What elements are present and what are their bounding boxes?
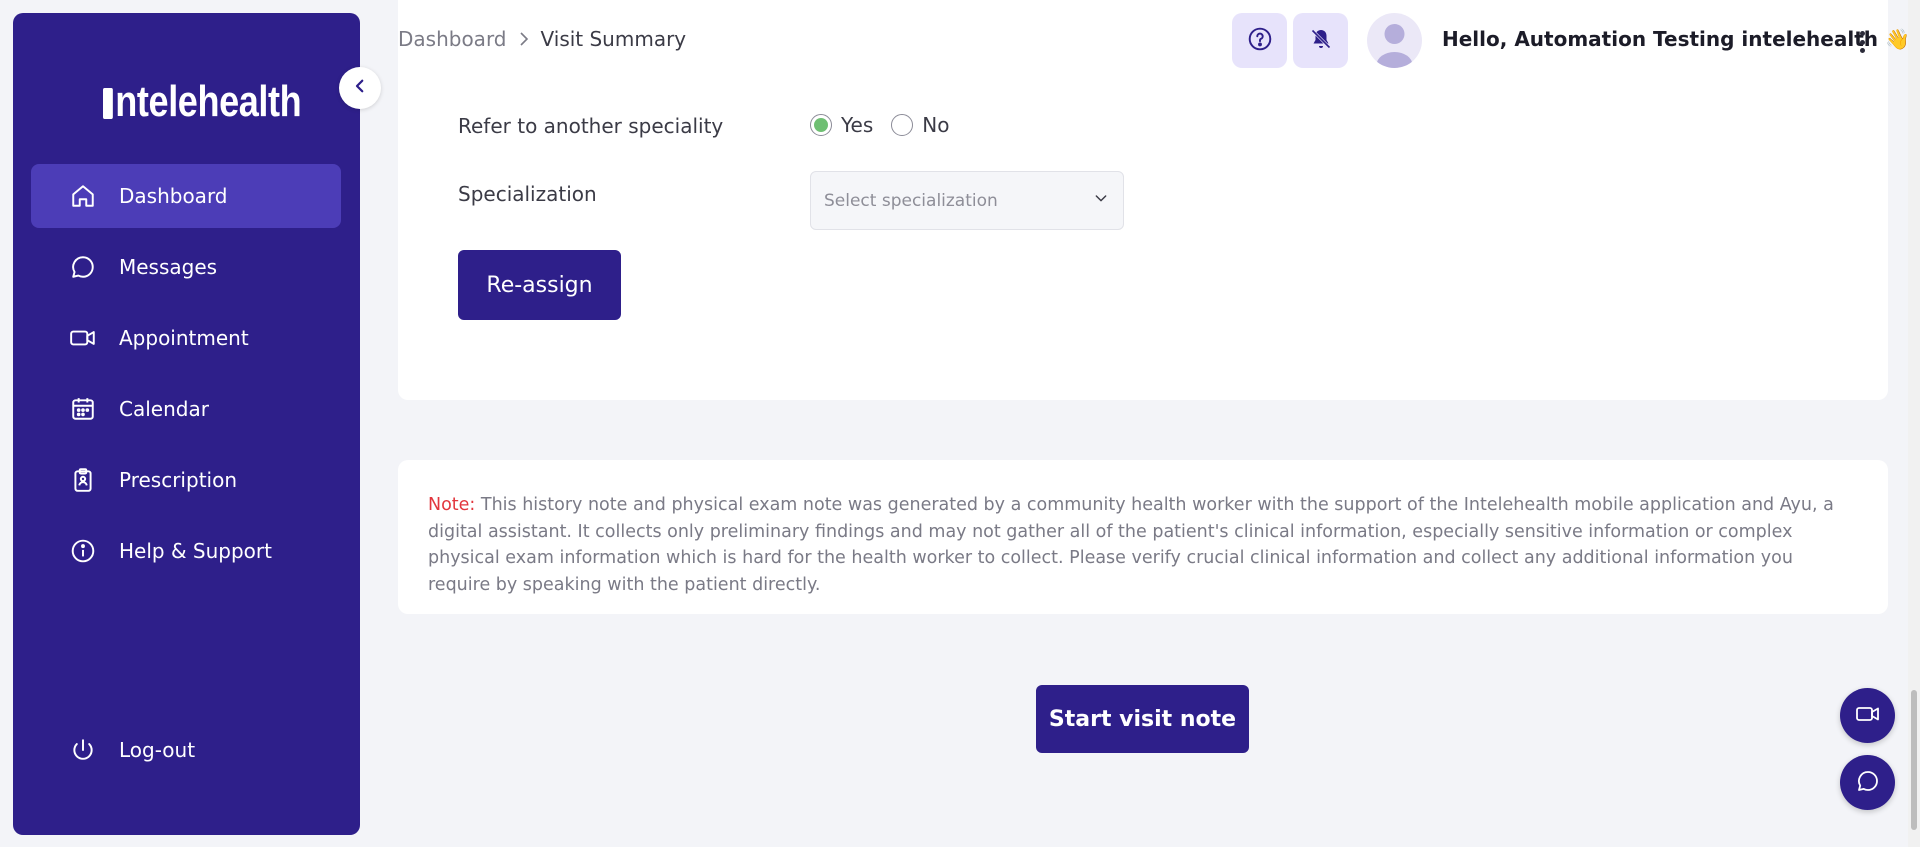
sidebar-item-help-support[interactable]: Help & Support xyxy=(31,519,341,583)
video-call-button[interactable] xyxy=(1840,688,1895,743)
video-icon xyxy=(1855,702,1881,730)
more-options-icon[interactable] xyxy=(1852,28,1872,56)
avatar[interactable] xyxy=(1367,13,1422,68)
sidebar: ntelehealth Dashboard Messages Appointme… xyxy=(13,13,360,835)
sidebar-item-label: Prescription xyxy=(119,468,237,492)
sidebar-item-label: Dashboard xyxy=(119,184,228,208)
sidebar-item-label: Appointment xyxy=(119,326,249,350)
info-icon xyxy=(68,536,98,566)
note-text: Note: This history note and physical exa… xyxy=(428,492,1858,598)
intelehealth-logo[interactable]: ntelehealth xyxy=(103,77,302,127)
video-icon xyxy=(68,323,98,353)
sidebar-item-dashboard[interactable]: Dashboard xyxy=(31,164,341,228)
scrollbar-thumb[interactable] xyxy=(1911,690,1917,830)
reassign-button[interactable]: Re-assign xyxy=(458,250,621,320)
logout-label: Log-out xyxy=(119,738,196,762)
sidebar-item-calendar[interactable]: Calendar xyxy=(31,377,341,441)
sidebar-item-label: Messages xyxy=(119,255,218,279)
sidebar-item-messages[interactable]: Messages xyxy=(31,235,341,299)
refer-radio-group: Yes No xyxy=(810,113,950,137)
radio-no[interactable] xyxy=(891,114,914,136)
chevron-down-icon xyxy=(1093,190,1109,211)
chevron-left-icon xyxy=(351,77,369,99)
note-card: Note: This history note and physical exa… xyxy=(398,460,1888,614)
sidebar-item-appointment[interactable]: Appointment xyxy=(31,306,341,370)
specialization-placeholder: Select specialization xyxy=(824,190,998,211)
power-icon xyxy=(68,735,98,765)
radio-no-label: No xyxy=(922,113,950,137)
breadcrumb-dashboard-link[interactable]: Dashboard xyxy=(398,27,507,51)
collapse-sidebar-button[interactable] xyxy=(339,67,381,109)
breadcrumb: Dashboard Visit Summary xyxy=(398,27,686,51)
notifications-button[interactable] xyxy=(1293,13,1348,68)
chat-button[interactable] xyxy=(1840,755,1895,810)
note-label: Note: xyxy=(428,495,476,515)
bell-off-icon xyxy=(1309,27,1333,55)
note-body: This history note and physical exam note… xyxy=(428,495,1834,595)
chat-icon xyxy=(1856,769,1880,797)
sidebar-item-label: Calendar xyxy=(119,397,209,421)
breadcrumb-current: Visit Summary xyxy=(540,27,687,51)
radio-yes-label: Yes xyxy=(841,113,874,137)
logo-mark xyxy=(103,88,113,119)
user-greeting: Hello, Automation Testing intelehealth 👋 xyxy=(1442,27,1910,51)
radio-yes[interactable] xyxy=(810,114,832,136)
referral-card xyxy=(398,0,1888,400)
chat-icon xyxy=(68,252,98,282)
chevron-right-icon xyxy=(517,30,531,48)
refer-label: Refer to another speciality xyxy=(458,114,724,138)
specialization-select[interactable]: Select specialization xyxy=(810,171,1124,230)
logo-text: ntelehealth xyxy=(115,77,302,126)
sidebar-item-prescription[interactable]: Prescription xyxy=(31,448,341,512)
start-visit-note-button[interactable]: Start visit note xyxy=(1036,685,1249,753)
specialization-label: Specialization xyxy=(458,182,597,206)
sidebar-item-label: Help & Support xyxy=(119,539,272,563)
question-icon xyxy=(1247,26,1273,56)
logout-button[interactable]: Log-out xyxy=(31,718,341,782)
home-icon xyxy=(68,181,98,211)
clipboard-icon xyxy=(68,465,98,495)
help-button[interactable] xyxy=(1232,13,1287,68)
page-scrollbar[interactable] xyxy=(1908,0,1920,847)
calendar-icon xyxy=(68,394,98,424)
